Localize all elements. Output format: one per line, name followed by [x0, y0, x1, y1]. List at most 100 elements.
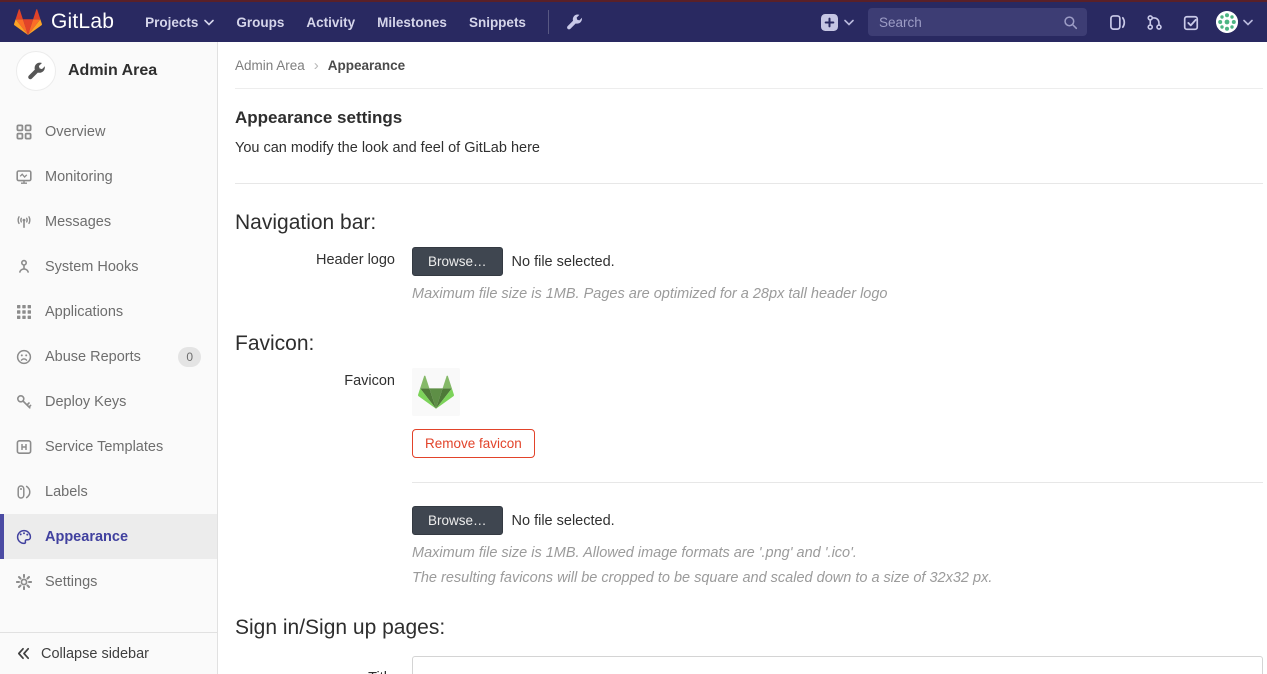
gitlab-green-tanuki-icon [418, 374, 454, 410]
sidebar-item-label: Overview [45, 124, 105, 140]
hook-icon [16, 259, 32, 275]
admin-area-avatar [16, 51, 56, 91]
favicon-browse-button[interactable]: Browse… [412, 506, 503, 535]
apps-grid-icon [16, 304, 32, 320]
breadcrumb-admin-area[interactable]: Admin Area [235, 58, 305, 73]
title-label: Title [235, 656, 395, 674]
header-logo-browse-button[interactable]: Browse… [412, 247, 503, 276]
sidebar-item-label: Appearance [45, 529, 128, 545]
breadcrumb-separator-icon: › [314, 58, 319, 73]
admin-sidebar: Admin Area Overview Monitoring Messages [0, 42, 218, 674]
sidebar-item-deploy-keys[interactable]: Deploy Keys [0, 379, 217, 424]
merge-request-icon [1146, 14, 1163, 31]
sidebar-item-label: Labels [45, 484, 88, 500]
palette-icon [16, 529, 32, 545]
sidebar-item-overview[interactable]: Overview [0, 109, 217, 154]
favicon-help-formats: Maximum file size is 1MB. Allowed image … [412, 543, 1263, 564]
sidebar-item-label: System Hooks [45, 259, 138, 275]
chevron-down-icon [204, 19, 214, 26]
sidebar-item-label: Service Templates [45, 439, 163, 455]
favicon-preview-image [412, 368, 460, 416]
sidebar-context-header[interactable]: Admin Area [0, 42, 217, 101]
wrench-icon [566, 14, 583, 31]
todo-check-icon [1183, 14, 1200, 31]
sidebar-item-labels[interactable]: Labels [0, 469, 217, 514]
admin-area-link[interactable] [560, 14, 589, 31]
remove-favicon-button[interactable]: Remove favicon [412, 429, 535, 458]
nav-groups[interactable]: Groups [225, 2, 295, 42]
page-title: Appearance settings [235, 108, 1263, 128]
header-logo-row: Header logo Browse… No file selected. Ma… [235, 247, 1263, 305]
gitlab-home-link[interactable]: GitLab [0, 8, 124, 36]
nav-activity[interactable]: Activity [295, 2, 366, 42]
sidebar-title: Admin Area [68, 62, 157, 80]
sidebar-item-messages[interactable]: Messages [0, 199, 217, 244]
monitor-icon [16, 169, 32, 185]
chevron-down-icon [1243, 19, 1253, 26]
sidebar-item-label: Abuse Reports [45, 349, 141, 365]
nav-snippets[interactable]: Snippets [458, 2, 537, 42]
sidebar-item-label: Messages [45, 214, 111, 230]
header-logo-help-text: Maximum file size is 1MB. Pages are opti… [412, 284, 1263, 305]
overview-grid-icon [16, 124, 32, 140]
navigation-bar-heading: Navigation bar: [235, 211, 1263, 235]
template-icon [16, 439, 32, 455]
sidebar-nav: Overview Monitoring Messages System Hook… [0, 109, 217, 604]
sign-in-title-input[interactable] [412, 656, 1263, 674]
favicon-form-divider [412, 482, 1263, 483]
navbar-divider [548, 10, 549, 34]
favicon-no-file-text: No file selected. [512, 513, 615, 529]
favicon-row: Favicon Remove favicon B [235, 368, 1263, 589]
top-navbar: GitLab Projects Groups Activity Mileston… [0, 2, 1267, 42]
sign-in-heading: Sign in/Sign up pages: [235, 616, 1263, 640]
favicon-heading: Favicon: [235, 332, 1263, 356]
user-menu-dropdown[interactable] [1216, 11, 1253, 33]
navbar-links: Projects Groups Activity Milestones Snip… [134, 2, 537, 42]
issues-icon [1109, 14, 1126, 31]
user-avatar [1216, 11, 1238, 33]
nav-milestones[interactable]: Milestones [366, 2, 458, 42]
page-subtitle: You can modify the look and feel of GitL… [235, 140, 1263, 156]
gear-icon [16, 574, 32, 590]
sidebar-item-service-templates[interactable]: Service Templates [0, 424, 217, 469]
sidebar-item-label: Applications [45, 304, 123, 320]
collapse-sidebar-label: Collapse sidebar [41, 646, 149, 662]
double-chevron-left-icon [16, 646, 31, 661]
main-layout: Admin Area Overview Monitoring Messages [0, 42, 1267, 674]
main-content: Admin Area › Appearance Appearance setti… [218, 42, 1267, 674]
plus-square-icon [821, 14, 838, 31]
abuse-reports-count-badge: 0 [178, 347, 201, 367]
sidebar-item-system-hooks[interactable]: System Hooks [0, 244, 217, 289]
favicon-help-resize: The resulting favicons will be cropped t… [412, 568, 1263, 589]
title-row: Title [235, 656, 1263, 674]
search-icon [1063, 15, 1078, 30]
key-icon [16, 394, 32, 410]
breadcrumb: Admin Area › Appearance [235, 42, 1263, 89]
header-logo-label: Header logo [235, 247, 395, 305]
sidebar-item-applications[interactable]: Applications [0, 289, 217, 334]
header-logo-no-file-text: No file selected. [512, 254, 615, 270]
favicon-label: Favicon [235, 368, 395, 589]
sidebar-item-settings[interactable]: Settings [0, 559, 217, 604]
broadcast-icon [16, 214, 32, 230]
chevron-down-icon [844, 19, 854, 26]
issues-link[interactable] [1099, 2, 1136, 42]
sidebar-item-label: Deploy Keys [45, 394, 126, 410]
gitlab-tanuki-logo-icon [14, 8, 42, 36]
sidebar-item-monitoring[interactable]: Monitoring [0, 154, 217, 199]
abuse-frown-icon [16, 349, 32, 365]
merge-requests-link[interactable] [1136, 2, 1173, 42]
section-divider [235, 183, 1263, 184]
new-menu-dropdown[interactable] [821, 14, 854, 31]
sidebar-item-label: Settings [45, 574, 97, 590]
gitlab-wordmark: GitLab [51, 10, 114, 34]
search-box[interactable] [868, 8, 1087, 36]
labels-icon [16, 484, 32, 500]
search-input[interactable] [879, 15, 1063, 30]
collapse-sidebar-button[interactable]: Collapse sidebar [0, 632, 217, 674]
nav-projects[interactable]: Projects [134, 2, 225, 42]
sidebar-item-appearance[interactable]: Appearance [0, 514, 217, 559]
todos-link[interactable] [1173, 2, 1210, 42]
sidebar-item-abuse-reports[interactable]: Abuse Reports 0 [0, 334, 217, 379]
sidebar-item-label: Monitoring [45, 169, 113, 185]
